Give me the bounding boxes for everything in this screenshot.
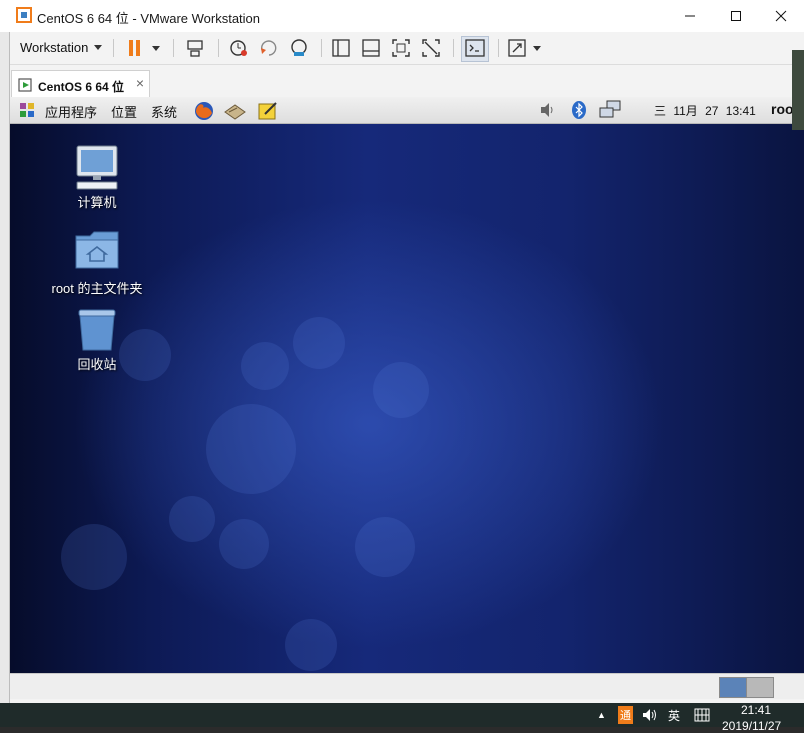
stretch-icon: [508, 39, 541, 57]
snapshot-manager-button[interactable]: [288, 36, 310, 60]
close-icon: [775, 10, 787, 22]
console-view-button[interactable]: [461, 36, 489, 62]
speaker-icon[interactable]: [642, 708, 658, 722]
toolbar-separator: [113, 39, 114, 57]
menu-system[interactable]: 系统: [151, 102, 177, 121]
workstation-menu-button[interactable]: Workstation: [20, 40, 103, 55]
background-window-edge: [0, 32, 10, 703]
send-ctrl-alt-del-button[interactable]: [186, 36, 206, 60]
vmware-window: CentOS 6 64 位 - VMware Workstation Works…: [0, 0, 804, 703]
maximize-button[interactable]: [713, 0, 759, 32]
firefox-icon[interactable]: [193, 100, 215, 122]
trash-icon: [78, 309, 116, 351]
revert-snapshot-button[interactable]: [258, 36, 280, 60]
workstation-menu-label: Workstation: [20, 40, 89, 55]
computer-icon: [76, 145, 118, 190]
vmware-toolbar: Workstation: [9, 32, 804, 65]
close-tab-icon[interactable]: ×: [136, 75, 144, 91]
thumbnail-bar-icon: [362, 39, 380, 57]
pause-icon: [129, 40, 160, 56]
input-language[interactable]: 英: [668, 707, 680, 724]
console-icon: [465, 39, 485, 57]
unity-button[interactable]: [421, 36, 441, 60]
taskbar-date[interactable]: 2019/11/27: [722, 719, 781, 733]
desktop-icon-home[interactable]: root 的主文件夹: [42, 228, 152, 296]
wallpaper-bokeh: [61, 524, 127, 590]
bluetooth-icon[interactable]: [571, 100, 587, 120]
wallpaper-bokeh: [293, 317, 345, 369]
menu-places[interactable]: 位置: [111, 102, 137, 121]
snapshot-manager-icon: [291, 39, 307, 56]
toolbar-separator: [453, 39, 454, 57]
tab-centos[interactable]: CentOS 6 64 位 ×: [11, 70, 150, 98]
toolbar-separator: [173, 39, 174, 57]
show-thumbnail-button[interactable]: [361, 36, 381, 60]
keyboard-icon[interactable]: [694, 708, 710, 722]
close-window-button[interactable]: [758, 0, 804, 32]
unity-icon: [422, 39, 440, 57]
tab-label: CentOS 6 64 位: [38, 80, 125, 94]
toolbar-separator: [321, 39, 322, 57]
home-folder-icon: [75, 231, 119, 269]
title-bar: CentOS 6 64 位 - VMware Workstation: [0, 0, 804, 32]
wallpaper-bokeh: [206, 404, 296, 494]
vm-running-icon: [18, 78, 32, 92]
minimize-icon: [685, 15, 695, 17]
vmware-app-icon: [16, 7, 32, 23]
background-window-edge: [792, 50, 804, 130]
send-keys-icon: [187, 40, 203, 57]
stretch-guest-button[interactable]: [507, 36, 547, 60]
take-snapshot-button[interactable]: [228, 36, 250, 60]
wallpaper-bokeh: [373, 362, 429, 418]
guest-desktop[interactable]: 计算机 root 的主文件夹 回收站: [9, 124, 804, 673]
pause-button[interactable]: [126, 36, 162, 60]
sidebar-icon: [332, 39, 350, 57]
revert-icon: [261, 40, 277, 56]
wallpaper-bokeh: [355, 517, 415, 577]
panel-clock[interactable]: 三 11月 27 13:41: [654, 102, 756, 119]
network-icon[interactable]: [598, 100, 622, 120]
workspace-switcher-2[interactable]: [746, 677, 774, 698]
wallpaper-bokeh: [219, 519, 269, 569]
desktop-icon-computer[interactable]: 计算机: [42, 144, 152, 210]
volume-icon[interactable]: [539, 100, 555, 120]
wallpaper-bokeh: [285, 619, 337, 671]
maximize-icon: [731, 11, 741, 21]
show-library-button[interactable]: [331, 36, 351, 60]
taskbar-time[interactable]: 21:41: [741, 703, 771, 717]
full-screen-icon: [392, 39, 410, 57]
minimize-button[interactable]: [667, 0, 713, 32]
ime-status[interactable]: 通: [618, 706, 633, 724]
guest-top-panel: 应用程序 位置 系统 三 11月 27 13:41 root: [9, 97, 804, 124]
wallpaper-bokeh: [169, 496, 215, 542]
toolbar-separator: [498, 39, 499, 57]
vm-tab-bar: CentOS 6 64 位 ×: [9, 65, 804, 98]
snapshot-icon: [230, 40, 247, 56]
wallpaper-bokeh: [241, 342, 289, 390]
window-title: CentOS 6 64 位 - VMware Workstation: [37, 11, 261, 26]
guest-bottom-panel: [9, 673, 804, 699]
desktop-icon-label: root 的主文件夹: [51, 281, 143, 296]
desktop-icon-label: 回收站: [77, 357, 117, 372]
desktop-icon-label: 计算机: [77, 195, 117, 210]
tray-overflow-icon[interactable]: ▲: [597, 710, 606, 720]
full-screen-button[interactable]: [391, 36, 411, 60]
workspace-switcher-1[interactable]: [719, 677, 747, 698]
menu-applications[interactable]: 应用程序: [45, 102, 97, 121]
chevron-down-icon: [94, 45, 103, 50]
desktop-icon-trash[interactable]: 回收站: [42, 308, 152, 372]
text-editor-icon[interactable]: [257, 100, 279, 122]
toolbar-separator: [218, 39, 219, 57]
centos-logo-icon: [20, 103, 34, 117]
host-taskbar: ▲ 通 英 21:41 2019/11/27: [0, 703, 804, 733]
email-client-icon[interactable]: [223, 100, 247, 122]
